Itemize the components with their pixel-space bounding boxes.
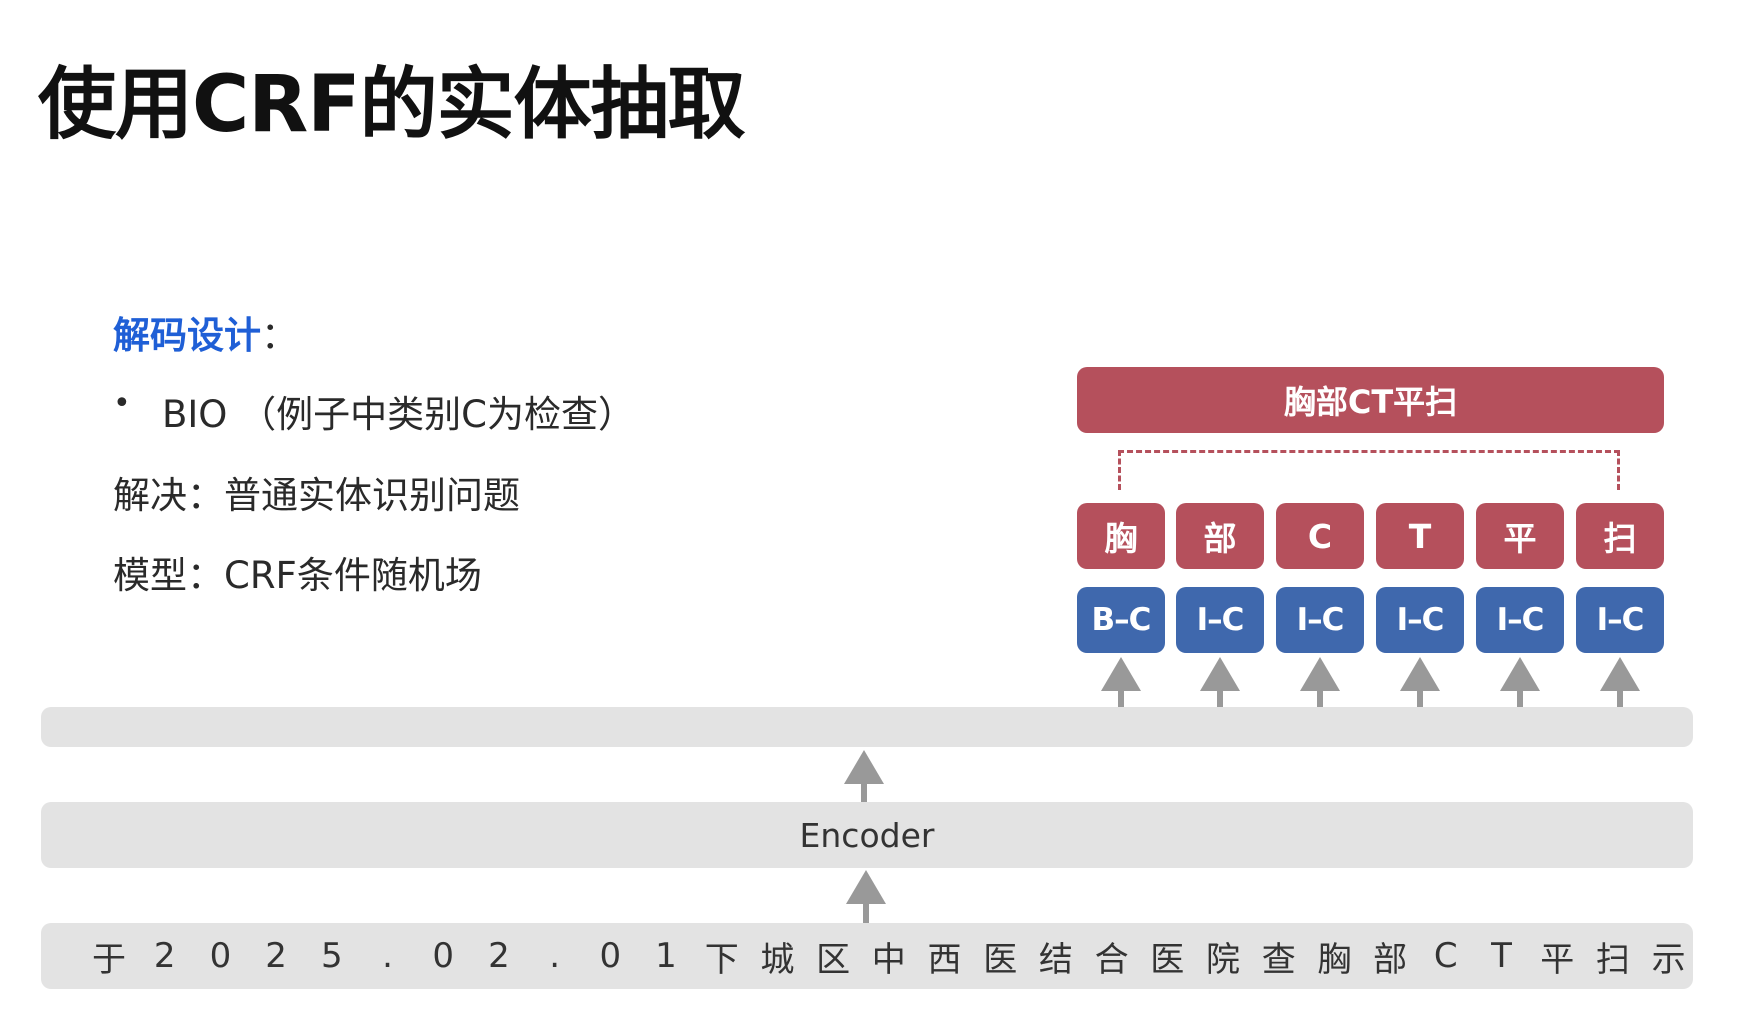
input-char: 下: [704, 939, 739, 980]
entity-span-bracket: [1118, 450, 1620, 490]
bio-tag-box: I–C: [1376, 587, 1464, 653]
model-text: 模型：CRF条件随机场: [113, 554, 482, 597]
input-char: 于: [92, 939, 126, 980]
entity-char-box: 胸: [1077, 503, 1165, 569]
encoder-bar: Encoder: [41, 802, 1693, 868]
decoding-design-label: 解码设计: [113, 314, 261, 357]
input-char: 0: [209, 936, 232, 976]
bio-tag-box: B–C: [1077, 587, 1165, 653]
input-sequence-bar: 于2025.02.01下城区中西医结合医院查胸部CT平扫示: [41, 923, 1693, 989]
input-char: 城: [760, 939, 795, 980]
input-char: 结: [1038, 939, 1073, 980]
entity-char-box: 平: [1476, 503, 1564, 569]
input-char: 合: [1094, 939, 1129, 980]
input-char: 查: [1261, 939, 1296, 980]
solve-text: 解决：普通实体识别问题: [113, 474, 520, 517]
input-char: 区: [816, 939, 851, 980]
input-char: 部: [1373, 939, 1408, 980]
input-char: 院: [1206, 939, 1240, 980]
encoder-label: Encoder: [799, 815, 935, 855]
input-char: 0: [432, 936, 454, 976]
bio-bullet-text: BIO （例子中类别C为检查）: [162, 393, 636, 436]
decoding-design-colon: ：: [261, 314, 298, 357]
input-char: 2: [488, 936, 510, 976]
input-char: .: [382, 936, 393, 976]
input-char: 医: [983, 939, 1018, 980]
bio-tag-box: I–C: [1576, 587, 1664, 653]
entity-char-box: T: [1376, 503, 1464, 569]
decoding-design-heading: 解码设计：: [113, 305, 298, 359]
input-char: 扫: [1595, 939, 1630, 980]
page-title: 使用CRF的实体抽取: [38, 60, 746, 150]
input-char: 2: [153, 936, 176, 976]
entity-char-box: C: [1276, 503, 1364, 569]
input-char: 胸: [1317, 939, 1352, 980]
input-char: 平: [1540, 939, 1575, 980]
input-char: .: [549, 936, 560, 976]
bio-tag-box: I–C: [1276, 587, 1364, 653]
bio-tag-box: I–C: [1476, 587, 1564, 653]
input-char: 1: [655, 936, 677, 976]
bio-tag-box: I–C: [1176, 587, 1264, 653]
crf-layer-bar: [41, 707, 1693, 747]
input-char: 2: [265, 936, 287, 976]
input-char: T: [1491, 936, 1512, 976]
entity-char-box: 部: [1176, 503, 1264, 569]
input-char: 0: [599, 936, 622, 976]
input-char: C: [1433, 936, 1458, 976]
input-char: 医: [1150, 939, 1185, 980]
entity-char-box: 扫: [1576, 503, 1664, 569]
input-char: 5: [320, 936, 343, 976]
bullet-dot: •: [113, 386, 131, 421]
input-char: 中: [871, 939, 906, 980]
input-char: 示: [1651, 939, 1686, 980]
entity-output-bar: 胸部CT平扫: [1077, 367, 1664, 433]
input-char: 西: [927, 939, 962, 980]
